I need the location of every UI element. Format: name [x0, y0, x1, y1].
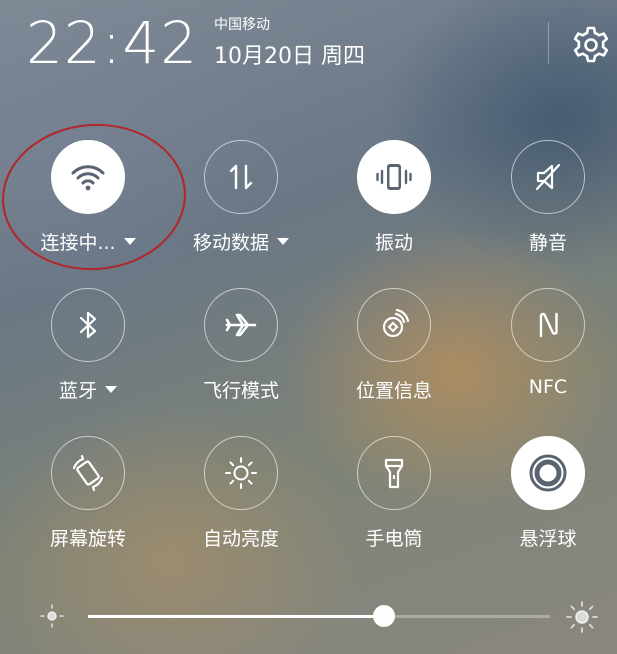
toggle-label: 移动数据 [192, 232, 269, 254]
toggle-label: 飞行模式 [202, 380, 279, 402]
toggle-mute[interactable]: 静音 [471, 140, 617, 255]
toggle-circle [357, 436, 431, 510]
date: 10月20日 周四 [214, 44, 365, 69]
toggle-label: 手电筒 [365, 528, 423, 550]
settings-button[interactable] [570, 24, 612, 66]
toggle-circle [357, 140, 431, 214]
toggle-label: NFC [528, 376, 568, 398]
toggle-label: 蓝牙 [58, 380, 97, 402]
slider-thumb[interactable] [372, 605, 395, 627]
auto-brightness-icon [225, 457, 257, 489]
toggle-label: 静音 [528, 232, 567, 254]
toggle-airplane[interactable]: 飞行模式 [164, 288, 318, 403]
toggle-label: 自动亮度 [202, 528, 279, 550]
clock: 22:42 [26, 9, 199, 77]
carrier-name: 中国移动 [214, 17, 270, 33]
toggle-circle [204, 436, 278, 510]
toggle-floating-ball[interactable]: 悬浮球 [471, 436, 617, 551]
gear-icon [573, 26, 609, 63]
nfc-icon [539, 312, 558, 338]
toggle-nfc[interactable]: NFC [471, 288, 617, 398]
header-divider [548, 22, 549, 64]
toggle-circle [357, 288, 431, 362]
airplane-icon [225, 313, 257, 337]
bluetooth-icon [79, 311, 97, 339]
floating-ball-icon [529, 454, 567, 492]
toggle-label: 连接中... [40, 232, 116, 254]
dropdown-caret-icon[interactable] [105, 386, 117, 393]
mobile-data-icon [229, 164, 253, 190]
location-icon [382, 308, 410, 338]
toggle-flashlight[interactable]: 手电筒 [317, 436, 471, 551]
toggle-mobile-data[interactable]: 移动数据 [164, 140, 318, 255]
slider-fill [88, 615, 384, 618]
toggle-circle [51, 436, 125, 510]
dropdown-caret-icon[interactable] [123, 238, 136, 245]
toggle-wifi[interactable]: 连接中... [11, 140, 165, 255]
toggle-circle [511, 288, 585, 362]
mute-icon [535, 163, 561, 191]
slider-track[interactable] [88, 605, 550, 627]
toggle-bluetooth[interactable]: 蓝牙 [11, 288, 165, 403]
toggle-location[interactable]: 位置信息 [317, 288, 471, 403]
toggle-circle [511, 436, 585, 510]
toggle-circle [511, 140, 585, 214]
brightness-low-icon [40, 604, 64, 628]
toggle-rotate-screen[interactable]: 屏幕旋转 [11, 436, 165, 551]
vibrate-icon [376, 164, 412, 190]
brightness-high-icon [566, 601, 598, 633]
toggle-circle [204, 288, 278, 362]
brightness-slider[interactable] [0, 590, 617, 640]
toggle-circle [51, 288, 125, 362]
status-header: 22:42 中国移动 10月20日 周四 [0, 0, 617, 90]
toggle-label: 振动 [374, 232, 413, 254]
toggle-auto-brightness[interactable]: 自动亮度 [164, 436, 318, 551]
toggle-label: 屏幕旋转 [49, 528, 126, 550]
flashlight-icon [384, 458, 404, 489]
dropdown-caret-icon[interactable] [277, 238, 289, 245]
toggle-circle [204, 140, 278, 214]
toggle-label: 悬浮球 [519, 528, 577, 550]
wifi-icon [71, 165, 105, 191]
rotate-screen-icon [72, 454, 104, 492]
toggle-circle [51, 140, 125, 214]
toggle-vibrate[interactable]: 振动 [317, 140, 471, 255]
toggle-label: 位置信息 [355, 380, 432, 402]
